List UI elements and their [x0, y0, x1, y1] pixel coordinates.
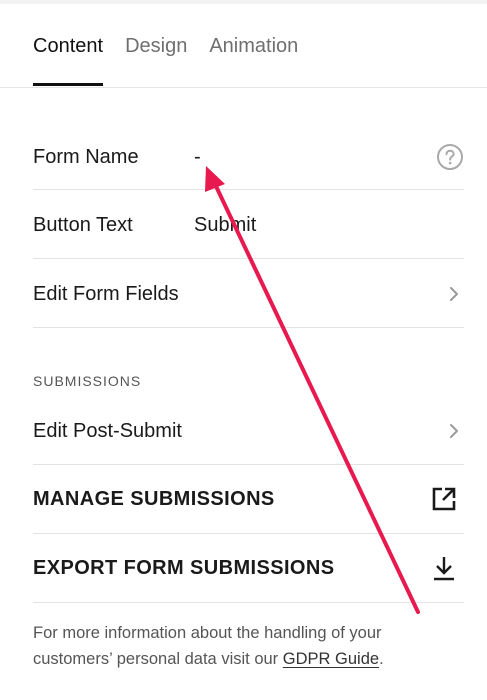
- footer-period: .: [379, 650, 384, 668]
- divider: [33, 258, 464, 259]
- chevron-right-icon: [444, 284, 464, 304]
- edit-form-fields-row[interactable]: Edit Form Fields: [33, 277, 464, 311]
- export-form-submissions-row[interactable]: EXPORT FORM SUBMISSIONS: [33, 551, 464, 585]
- divider: [33, 327, 464, 328]
- tab-bar: Content Design Animation: [33, 30, 298, 86]
- export-form-submissions-label: EXPORT FORM SUBMISSIONS: [33, 556, 335, 579]
- form-name-value[interactable]: -: [194, 146, 201, 169]
- divider: [33, 602, 464, 603]
- tab-animation[interactable]: Animation: [209, 30, 298, 86]
- divider: [33, 533, 464, 534]
- tab-design[interactable]: Design: [125, 30, 187, 86]
- divider: [33, 189, 464, 190]
- chevron-right-icon: [444, 421, 464, 441]
- button-text-value[interactable]: Submit: [194, 214, 256, 237]
- annotation-arrow: [205, 166, 420, 614]
- form-settings-panel: Content Design Animation Form Name - But…: [0, 0, 487, 700]
- download-icon[interactable]: [430, 554, 458, 582]
- tabs-divider: [0, 87, 487, 88]
- form-name-row[interactable]: Form Name -: [33, 140, 464, 174]
- edit-form-fields-label: Edit Form Fields: [33, 282, 179, 305]
- gdpr-guide-link[interactable]: GDPR Guide: [283, 650, 379, 668]
- edit-post-submit-row[interactable]: Edit Post-Submit: [33, 414, 464, 448]
- button-text-label: Button Text: [33, 213, 133, 236]
- divider: [33, 464, 464, 465]
- tab-content[interactable]: Content: [33, 30, 104, 86]
- help-icon[interactable]: [436, 143, 464, 171]
- top-edge: [0, 0, 487, 4]
- form-name-label: Form Name: [33, 145, 139, 168]
- edit-post-submit-label: Edit Post-Submit: [33, 419, 182, 442]
- manage-submissions-label: MANAGE SUBMISSIONS: [33, 487, 275, 510]
- gdpr-footer-note: For more information about the handling …: [33, 620, 463, 672]
- submissions-section-label: SUBMISSIONS: [33, 373, 142, 389]
- external-link-icon[interactable]: [430, 485, 458, 513]
- button-text-row[interactable]: Button Text Submit: [33, 208, 464, 242]
- manage-submissions-row[interactable]: MANAGE SUBMISSIONS: [33, 482, 464, 516]
